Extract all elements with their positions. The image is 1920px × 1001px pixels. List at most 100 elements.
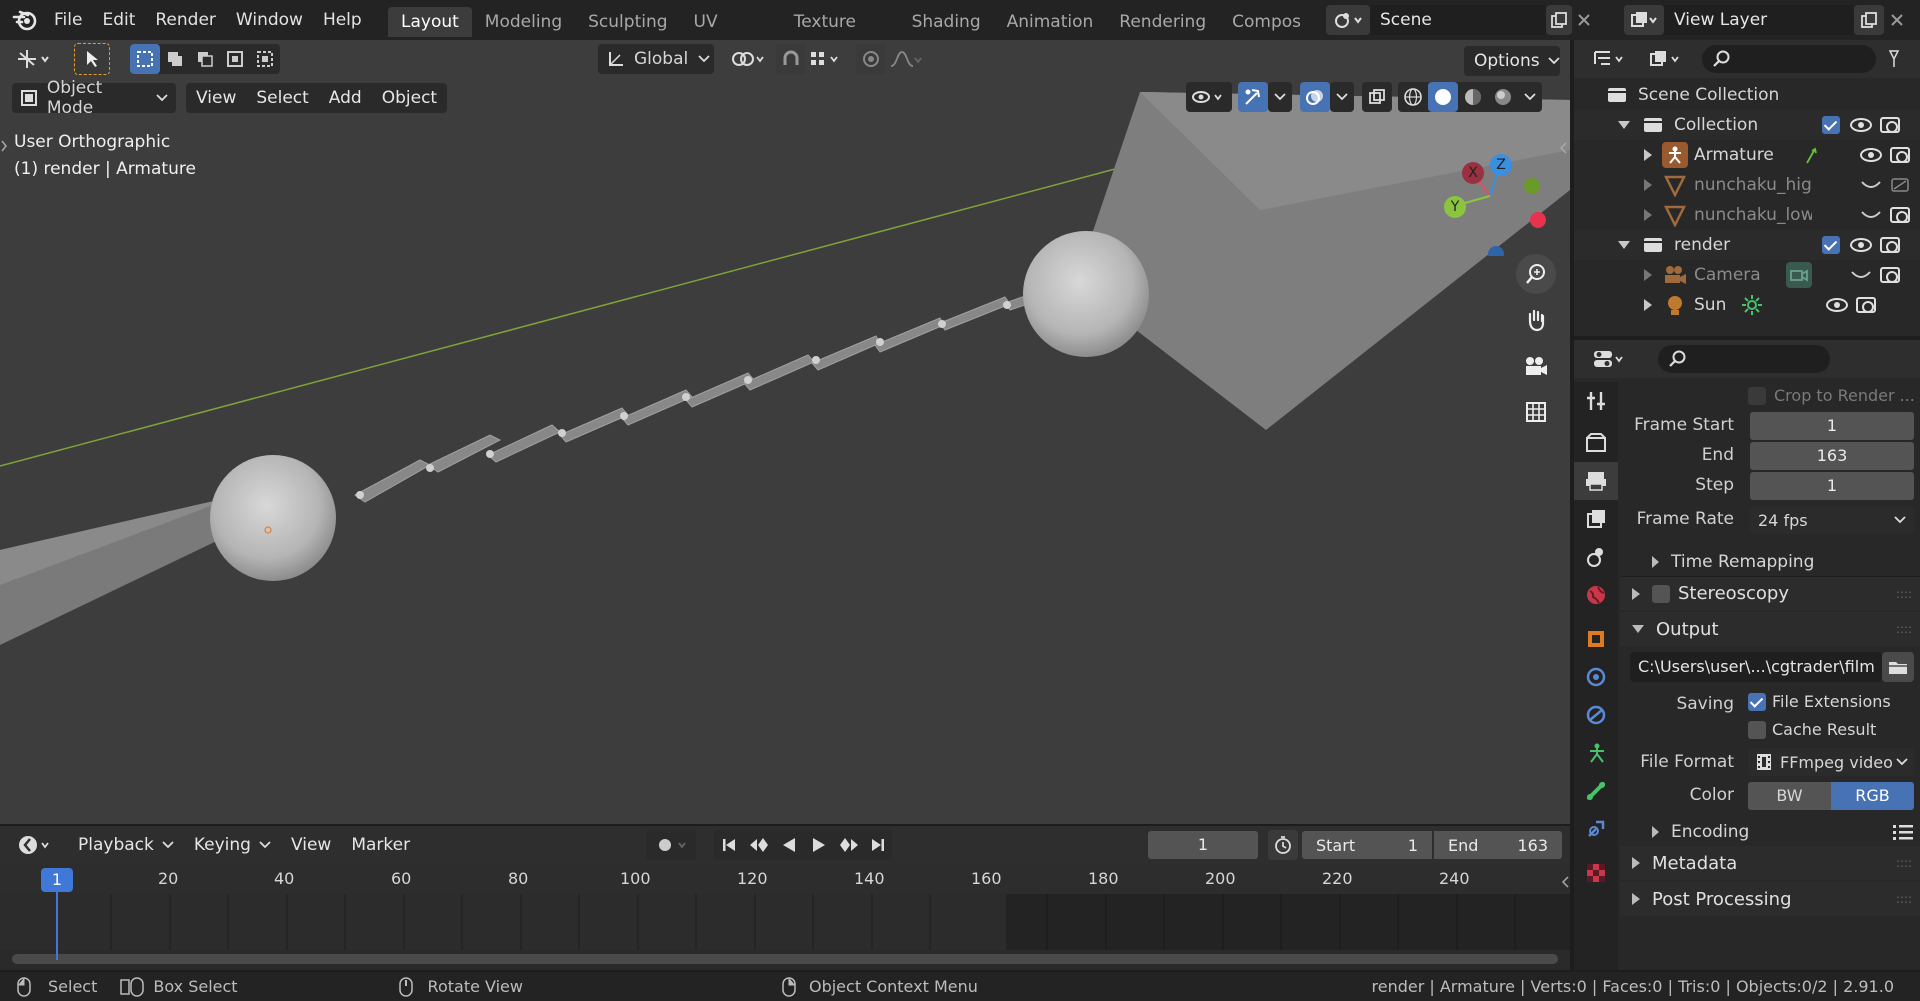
gizmo-x-axis[interactable]: X (1462, 162, 1484, 184)
view-layer-close-icon[interactable] (1884, 5, 1910, 35)
output-path-input[interactable]: C:\Users\user\...\cgtrader\film (1630, 652, 1882, 682)
render-camera-icon[interactable] (1880, 237, 1900, 253)
menu-view[interactable]: View (186, 83, 246, 113)
select-extend-icon[interactable] (160, 44, 190, 74)
tab-modeling[interactable]: Modeling (472, 7, 575, 37)
timeline-editor-type-icon[interactable] (12, 830, 60, 860)
tab-animation[interactable]: Animation (994, 7, 1107, 37)
expand-arrow-icon[interactable] (1644, 209, 1652, 221)
start-frame-field[interactable]: Start 1 (1302, 831, 1432, 859)
marker-menu[interactable]: Marker (341, 830, 420, 860)
preview-range-icon[interactable] (1268, 830, 1298, 860)
eye-icon[interactable] (1826, 298, 1848, 312)
shading-dropdown-icon[interactable] (1518, 82, 1542, 112)
timeline-scrollbar[interactable] (12, 954, 1558, 964)
outliner-row-armature[interactable]: Armature (1574, 140, 1920, 170)
material-shading-icon[interactable] (1458, 82, 1488, 112)
mode-dropdown[interactable]: Object Mode (12, 78, 176, 118)
menu-render[interactable]: Render (145, 0, 226, 40)
outliner-row-render[interactable]: render (1574, 230, 1920, 260)
texture-tab-icon[interactable] (1574, 854, 1618, 892)
transform-orientation-dropdown[interactable]: Global (598, 44, 714, 74)
keying-menu[interactable]: Keying (184, 830, 281, 860)
color-rgb-button[interactable]: RGB (1831, 782, 1914, 810)
solid-shading-icon[interactable] (1428, 82, 1458, 112)
frame-step-field[interactable]: 1 (1750, 472, 1914, 500)
menu-help[interactable]: Help (313, 0, 372, 40)
expand-arrow-icon[interactable] (1644, 269, 1652, 281)
outliner-row-camera[interactable]: Camera (1574, 260, 1920, 290)
play-reverse-icon[interactable] (774, 830, 804, 860)
outliner-row-collection[interactable]: Collection (1574, 110, 1920, 140)
properties-search-input[interactable] (1658, 345, 1830, 373)
snap-toggle-icon[interactable] (776, 44, 806, 74)
encoding-panel[interactable]: Encoding (1652, 822, 1914, 842)
drag-handle-icon[interactable]: :::: (1896, 856, 1912, 870)
menu-select[interactable]: Select (246, 83, 318, 113)
view-layer-tab-icon[interactable] (1574, 500, 1618, 538)
render-camera-icon[interactable] (1890, 147, 1910, 163)
camera-data-icon[interactable] (1786, 262, 1812, 288)
view-layer-copy-icon[interactable] (1854, 5, 1884, 35)
pan-hand-icon[interactable] (1516, 300, 1556, 340)
scene-collection-row[interactable]: Scene Collection (1574, 80, 1920, 110)
scene-tab-icon[interactable] (1574, 538, 1618, 576)
output-panel[interactable]: Output :::: (1620, 612, 1920, 646)
view-layer-browse-icon[interactable] (1624, 5, 1664, 35)
camera-view-icon[interactable] (1516, 346, 1556, 386)
color-bw-button[interactable]: BW (1748, 782, 1831, 810)
expand-arrow-icon[interactable] (1644, 149, 1652, 161)
perspective-toggle-icon[interactable] (1516, 392, 1556, 432)
filter-icon[interactable] (1884, 44, 1904, 74)
file-extensions-row[interactable]: File Extensions (1748, 692, 1891, 711)
crop-to-render-checkbox[interactable] (1748, 386, 1766, 405)
tool-tab-icon[interactable] (1574, 382, 1618, 420)
select-intersect-icon[interactable] (250, 44, 280, 74)
options-dropdown[interactable]: Options (1464, 46, 1560, 76)
armature-data-tab-icon[interactable] (1574, 734, 1618, 772)
editor-type-icon[interactable] (10, 44, 58, 74)
display-mode-icon[interactable] (1642, 44, 1690, 74)
rendered-shading-icon[interactable] (1488, 82, 1518, 112)
post-processing-panel[interactable]: Post Processing :::: (1620, 882, 1920, 916)
timeline-sidebar-expand-icon[interactable] (1560, 874, 1570, 890)
expand-arrow-icon[interactable] (1618, 241, 1630, 249)
tab-shading[interactable]: Shading (899, 7, 994, 37)
physics-tab-icon[interactable] (1574, 696, 1618, 734)
timeline-view-menu[interactable]: View (281, 830, 341, 860)
object-tab-icon[interactable] (1574, 620, 1618, 658)
cache-result-row[interactable]: Cache Result (1748, 720, 1876, 739)
scene-browse-icon[interactable] (1326, 5, 1370, 35)
folder-icon[interactable] (1882, 652, 1914, 682)
output-tab-icon[interactable] (1574, 462, 1618, 500)
outliner-search-input[interactable] (1702, 45, 1876, 73)
file-extensions-checkbox[interactable] (1748, 692, 1766, 711)
outliner-editor-type-icon[interactable] (1586, 44, 1634, 74)
file-format-dropdown[interactable]: FFmpeg video (1748, 748, 1914, 776)
render-tab-icon[interactable] (1574, 424, 1618, 462)
tab-compositing[interactable]: Compos (1219, 7, 1314, 37)
playhead-frame[interactable]: 1 (41, 868, 73, 892)
drag-handle-icon[interactable]: :::: (1896, 622, 1912, 636)
pivot-point-icon[interactable] (726, 44, 770, 74)
world-tab-icon[interactable] (1574, 576, 1618, 614)
proportional-edit-icon[interactable] (856, 44, 886, 74)
render-camera-icon[interactable] (1880, 117, 1900, 133)
render-camera-icon[interactable] (1880, 267, 1900, 283)
outliner-row-nunchaku-low[interactable]: nunchaku_low (1574, 200, 1920, 230)
playback-menu[interactable]: Playback (68, 830, 184, 860)
expand-arrow-icon[interactable] (1644, 299, 1652, 311)
stereoscopy-checkbox[interactable] (1652, 584, 1670, 603)
jump-keyframe-back-icon[interactable] (744, 830, 774, 860)
xray-toggle-icon[interactable] (1362, 82, 1392, 112)
overlays-dropdown-icon[interactable] (1330, 82, 1354, 112)
expand-arrow-icon[interactable] (1644, 179, 1652, 191)
properties-editor-type-icon[interactable] (1586, 344, 1634, 374)
jump-keyframe-forward-icon[interactable] (834, 830, 864, 860)
falloff-icon[interactable] (886, 44, 926, 74)
view-layer-name-field[interactable]: View Layer (1664, 5, 1854, 35)
drag-handle-icon[interactable]: :::: (1896, 587, 1912, 601)
play-icon[interactable] (804, 830, 834, 860)
3d-viewport[interactable]: Global Options Object Mode View Select A… (0, 40, 1570, 824)
render-camera-icon[interactable] (1856, 297, 1876, 313)
